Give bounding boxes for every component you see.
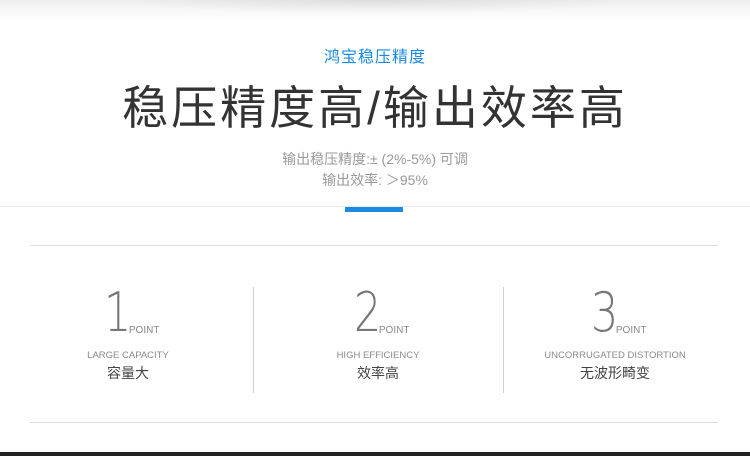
feature-unit: POINT (128, 325, 160, 336)
feature-unit: POINT (378, 325, 410, 336)
feature-english-label: LARGE CAPACITY (87, 350, 169, 361)
accent-underline (345, 207, 403, 212)
feature-number: 3 (590, 281, 618, 344)
feature-chinese-label: 容量大 (107, 365, 149, 381)
section-subtitle: 鸿宝稳压精度 (323, 49, 426, 66)
feature-chinese-label: 效率高 (357, 365, 399, 381)
feature-number-row: 1POINT (18, 284, 238, 342)
feature-number: 1 (103, 281, 131, 344)
feature-card-capacity: 1POINT LARGE CAPACITY 容量大 (18, 284, 238, 383)
bottom-edge-bar (0, 452, 750, 456)
feature-number: 2 (353, 281, 381, 344)
page-headline: 稳压精度高/输出效率高 (122, 82, 628, 134)
feature-card-distortion: 3POINT UNCORRUGATED DISTORTION 无波形畸变 (505, 284, 725, 383)
feature-card-efficiency: 2POINT HIGH EFFICIENCY 效率高 (268, 284, 488, 383)
feature-separator (503, 287, 504, 393)
feature-chinese-label: 无波形畸变 (580, 365, 650, 381)
feature-number-row: 2POINT (268, 284, 488, 342)
feature-separator (253, 287, 254, 393)
efficiency-description: 输出效率: ＞95% (322, 172, 428, 188)
feature-english-label: HIGH EFFICIENCY (336, 350, 420, 361)
top-shadow-band (0, 0, 750, 22)
feature-number-row: 3POINT (505, 284, 725, 342)
panel-divider-bottom (30, 422, 718, 423)
feature-english-label: UNCORRUGATED DISTORTION (544, 350, 686, 361)
precision-description: 输出稳压精度:± (2%-5%) 可调 (282, 151, 468, 167)
panel-divider-top (30, 245, 718, 246)
feature-unit: POINT (615, 325, 647, 336)
